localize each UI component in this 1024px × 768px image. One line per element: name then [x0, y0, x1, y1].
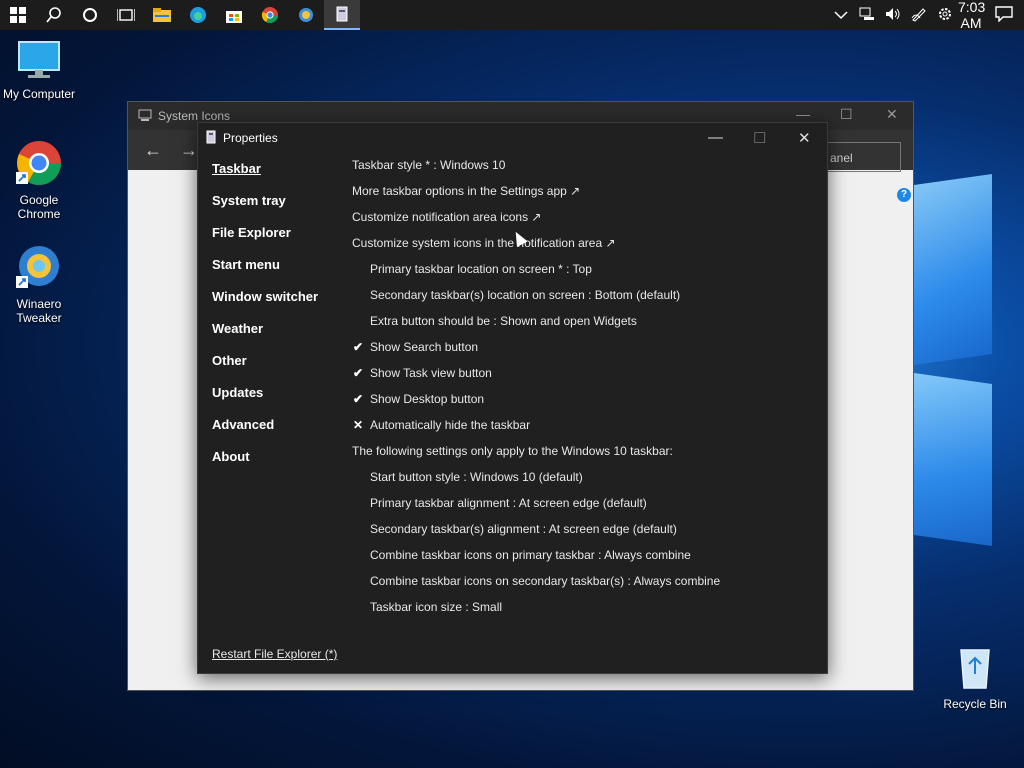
dialog-title: Properties: [223, 131, 278, 145]
nav-window-switcher[interactable]: Window switcher: [212, 289, 318, 304]
option-secondary-location[interactable]: Secondary taskbar(s) location on screen …: [370, 288, 680, 302]
option-auto-hide[interactable]: Automatically hide the taskbar: [370, 418, 530, 432]
checkmark-icon: ✔: [353, 340, 364, 354]
option-notification-icons-link[interactable]: Customize notification area icons ↗: [352, 210, 541, 224]
option-primary-location[interactable]: Primary taskbar location on screen * : T…: [370, 262, 592, 276]
nav-start-menu[interactable]: Start menu: [212, 257, 280, 272]
properties-dialog: Properties — ☐ ✕ Taskbar System tray Fil…: [197, 122, 828, 674]
option-combine-secondary[interactable]: Combine taskbar icons on secondary taskb…: [370, 574, 720, 588]
search-box-text: anel: [830, 151, 853, 165]
option-show-search[interactable]: Show Search button: [370, 340, 478, 354]
option-start-button-style[interactable]: Start button style : Windows 10 (default…: [370, 470, 583, 484]
winaero-icon[interactable]: [288, 0, 324, 30]
option-primary-alignment[interactable]: Primary taskbar alignment : At screen ed…: [370, 496, 647, 510]
pen-icon[interactable]: [906, 6, 932, 25]
chrome-icon: [0, 140, 78, 189]
window-title: System Icons: [158, 109, 231, 123]
option-secondary-alignment[interactable]: Secondary taskbar(s) alignment : At scre…: [370, 522, 677, 536]
option-combine-primary[interactable]: Combine taskbar icons on primary taskbar…: [370, 548, 691, 562]
checkmark-icon: ✔: [353, 366, 364, 380]
nav-file-explorer[interactable]: File Explorer: [212, 225, 291, 240]
option-show-desktop[interactable]: Show Desktop button: [370, 392, 484, 406]
recycle-bin-icon: [936, 644, 1014, 693]
close-icon[interactable]: ✕: [886, 106, 898, 123]
system-tray: 7:03 AM: [828, 0, 1024, 31]
option-system-icons-link[interactable]: Customize system icons in the notificati…: [352, 236, 616, 250]
nav-updates[interactable]: Updates: [212, 385, 263, 400]
maximize-icon[interactable]: ☐: [840, 106, 853, 123]
nav-other[interactable]: Other: [212, 353, 247, 368]
desktop-icon-my-computer[interactable]: My Computer: [0, 40, 78, 101]
minimize-icon[interactable]: —: [708, 129, 723, 146]
properties-app-icon: [206, 130, 216, 147]
monitor-icon: [0, 40, 78, 83]
search-icon[interactable]: [36, 0, 72, 30]
restart-file-explorer-link[interactable]: Restart File Explorer (*): [212, 647, 337, 661]
settings-gear-icon[interactable]: [932, 6, 958, 25]
desktop-icon-label: Google Chrome: [17, 193, 61, 221]
chevron-up-icon[interactable]: [828, 7, 854, 23]
dialog-titlebar: Properties: [198, 123, 827, 153]
windows10-settings-header: The following settings only apply to the…: [352, 444, 673, 458]
maximize-icon[interactable]: ☐: [753, 129, 766, 147]
chrome-icon[interactable]: [252, 0, 288, 30]
option-extra-button[interactable]: Extra button should be : Shown and open …: [370, 314, 637, 328]
nav-about[interactable]: About: [212, 449, 250, 464]
taskbar: 7:03 AM: [0, 0, 1024, 31]
edge-icon[interactable]: [180, 0, 216, 30]
search-box[interactable]: anel: [821, 142, 901, 172]
windows-start-icon[interactable]: [0, 0, 36, 30]
checkmark-icon: ✔: [353, 392, 364, 406]
desktop-icon-label: Winaero Tweaker: [16, 297, 62, 325]
desktop-icon-winaero-tweaker[interactable]: Winaero Tweaker: [0, 244, 78, 325]
nav-advanced[interactable]: Advanced: [212, 417, 274, 432]
properties-app-icon[interactable]: [324, 0, 360, 30]
desktop-icon-google-chrome[interactable]: Google Chrome: [0, 140, 78, 221]
nav-taskbar[interactable]: Taskbar: [212, 161, 261, 176]
cross-icon: ✕: [353, 418, 364, 432]
nav-system-tray[interactable]: System tray: [212, 193, 286, 208]
window-icon: [138, 109, 152, 124]
minimize-icon[interactable]: —: [796, 106, 810, 122]
action-center-icon[interactable]: [984, 5, 1024, 25]
option-icon-size[interactable]: Taskbar icon size : Small: [370, 600, 502, 614]
help-icon[interactable]: ?: [897, 188, 911, 202]
option-settings-app-link[interactable]: More taskbar options in the Settings app…: [352, 184, 580, 198]
desktop-icon-recycle-bin[interactable]: Recycle Bin: [936, 644, 1014, 711]
volume-icon[interactable]: [880, 7, 906, 24]
winaero-tweaker-icon: [0, 244, 78, 293]
option-taskbar-style[interactable]: Taskbar style * : Windows 10: [352, 158, 505, 172]
file-explorer-icon[interactable]: [144, 0, 180, 30]
task-view-icon[interactable]: [108, 0, 144, 30]
nav-weather[interactable]: Weather: [212, 321, 263, 336]
store-icon[interactable]: [216, 0, 252, 30]
cortana-icon[interactable]: [72, 0, 108, 30]
desktop-icon-label: Recycle Bin: [943, 697, 1007, 711]
close-icon[interactable]: ✕: [798, 129, 811, 147]
clock[interactable]: 7:03 AM: [958, 0, 985, 31]
back-arrow-icon[interactable]: ←: [144, 140, 162, 161]
network-icon[interactable]: [854, 7, 880, 24]
option-show-task-view[interactable]: Show Task view button: [370, 366, 492, 380]
desktop-icon-label: My Computer: [2, 87, 76, 101]
forward-arrow-icon[interactable]: →: [180, 140, 198, 161]
